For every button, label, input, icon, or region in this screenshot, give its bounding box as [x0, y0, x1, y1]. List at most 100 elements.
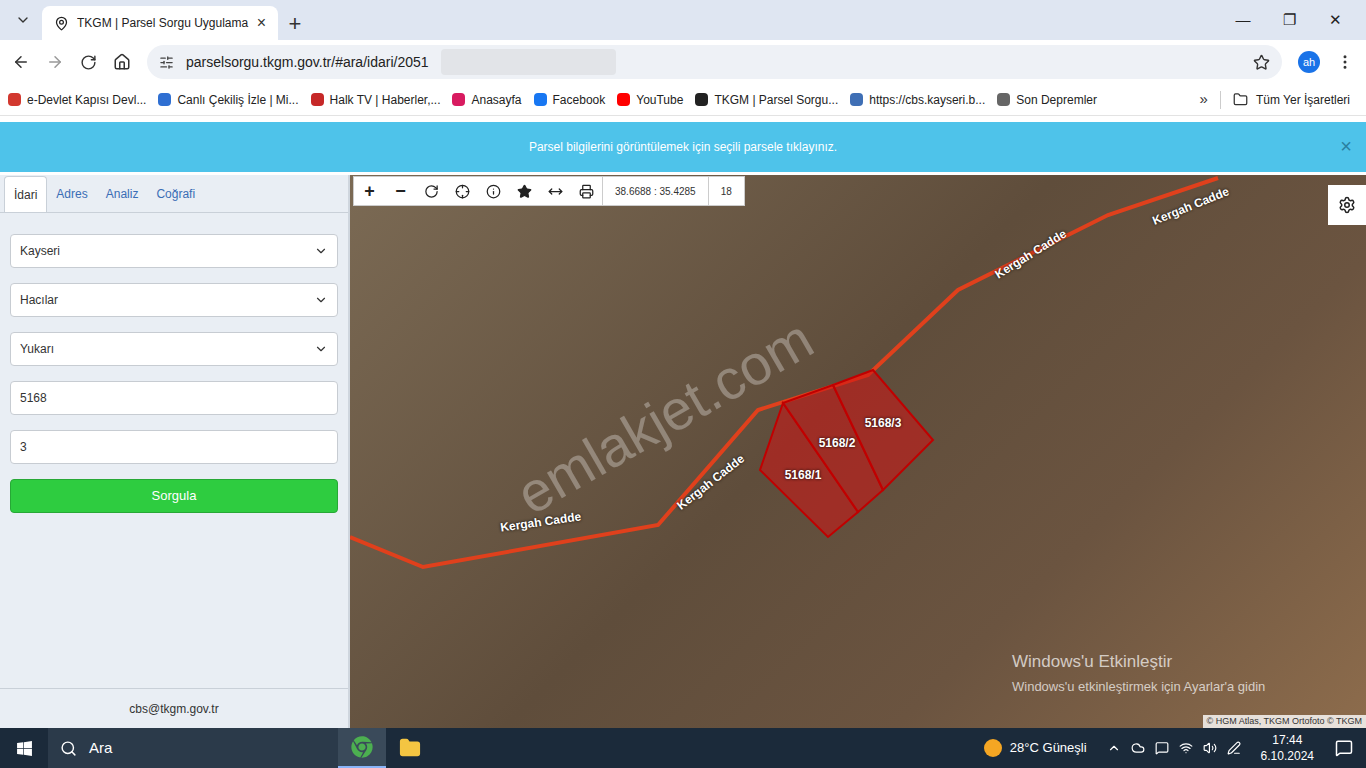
measure-icon[interactable]	[548, 184, 563, 199]
search-icon	[60, 740, 77, 757]
volume-icon[interactable]	[1203, 741, 1217, 755]
zoom-level: 18	[708, 177, 744, 205]
bookmark-favicon-icon	[158, 93, 171, 106]
bookmark-favicon-icon	[695, 93, 708, 106]
reload-icon[interactable]	[80, 54, 97, 71]
tab-list-button[interactable]	[8, 0, 38, 40]
refresh-icon[interactable]	[424, 184, 439, 199]
pen-icon[interactable]	[1227, 741, 1241, 755]
sidebar-tab[interactable]: Coğrafi	[147, 176, 204, 212]
page: Parsel bilgilerini görüntülemek için seç…	[0, 116, 1366, 728]
sidebar-tab[interactable]: Analiz	[97, 176, 148, 212]
bookmark-item[interactable]: Son Depremler	[997, 91, 1097, 109]
bookmark-item[interactable]: TKGM | Parsel Sorgu...	[695, 91, 838, 109]
parcel-label: 5168/3	[865, 414, 902, 432]
zoom-button[interactable]: −	[385, 178, 416, 205]
chrome-icon	[351, 736, 373, 758]
select-field[interactable]: Yukarı	[10, 332, 338, 366]
screen: TKGM | Parsel Sorgu Uygulama×+—❐✕parsels…	[0, 0, 1366, 768]
banner-close[interactable]: ×	[1340, 136, 1352, 156]
url-blur	[441, 49, 616, 75]
bookmark-item[interactable]: YouTube	[617, 91, 683, 109]
notification-button[interactable]	[1322, 728, 1366, 768]
window-control-button[interactable]: ❐	[1266, 9, 1312, 32]
windows-icon	[16, 740, 33, 757]
site-info-icon[interactable]	[159, 55, 174, 70]
bookmark-item[interactable]: Canlı Çekiliş İzle | Mi...	[158, 91, 298, 109]
back-icon[interactable]	[12, 53, 30, 71]
sun-icon	[984, 739, 1002, 757]
forward-icon[interactable]	[46, 53, 64, 71]
print-icon[interactable]	[579, 184, 594, 199]
parcel-shape[interactable]	[833, 370, 933, 490]
activation-notice: Windows'u EtkinleştirWindows'u etkinleşt…	[1012, 649, 1265, 696]
tab-close[interactable]: ×	[257, 15, 266, 31]
info-icon[interactable]	[486, 184, 501, 199]
dropdown-icon	[314, 244, 328, 258]
select-field[interactable]: Hacılar	[10, 283, 338, 317]
dropdown-icon	[314, 342, 328, 356]
taskbar-search[interactable]: Ara	[48, 728, 338, 768]
bookmarks-more[interactable]: »	[1200, 88, 1208, 111]
bookmark-item[interactable]: https://cbs.kayseri.b...	[850, 91, 985, 109]
bookmark-favicon-icon	[452, 93, 465, 106]
map-attribution: © HGM Atlas, TKGM Ortofoto © TKGM	[1203, 715, 1366, 729]
taskbar-app[interactable]	[338, 728, 386, 768]
locate-icon[interactable]	[455, 184, 470, 199]
taskbar: Ara 28°C Güneşli 17:446.10.2024	[0, 728, 1366, 768]
query-button[interactable]: Sorgula	[10, 479, 338, 513]
message-icon[interactable]	[1155, 741, 1169, 755]
text-input[interactable]: 5168	[10, 381, 338, 415]
sidebar: İdariAdresAnalizCoğrafi Kayseri Hacılar Yuk…	[0, 175, 350, 728]
bookmark-item[interactable]: Anasayfa	[452, 91, 521, 109]
wifi-icon[interactable]	[1179, 741, 1193, 755]
parcel-label: 5168/1	[785, 466, 822, 484]
select-field[interactable]: Kayseri	[10, 234, 338, 268]
map[interactable]: Kergah CaddeKergah CaddeKergah CaddeKerg…	[350, 175, 1366, 728]
window-control-button[interactable]: ✕	[1312, 9, 1358, 32]
chevron-down-icon	[15, 12, 31, 28]
settings-button[interactable]	[1328, 185, 1366, 225]
coordinates: 38.6688 : 35.4285	[602, 177, 708, 205]
bookmark-item[interactable]: e-Devlet Kapısı Devl...	[8, 91, 146, 109]
new-tab-button[interactable]: +	[278, 6, 312, 40]
cloud-icon[interactable]	[1131, 741, 1145, 755]
bookmark-favicon-icon	[534, 93, 547, 106]
start-button[interactable]	[0, 728, 48, 768]
bookmarks-bar: e-Devlet Kapısı Devl... Canlı Çekiliş İzl…	[0, 84, 1366, 116]
sidebar-tabs: İdariAdresAnalizCoğrafi	[0, 175, 348, 213]
address-row: parselsorgu.tkgm.gov.tr/#ara/idari/2051 a…	[0, 40, 1366, 84]
sidebar-tab[interactable]: Adres	[47, 176, 96, 212]
street-label: Kergah Cadde	[1150, 182, 1232, 229]
menu-icon[interactable]	[1336, 53, 1354, 71]
text-input[interactable]: 3	[10, 430, 338, 464]
zoom-button[interactable]: +	[354, 178, 385, 205]
dropdown-icon	[314, 293, 328, 307]
clock[interactable]: 17:446.10.2024	[1253, 732, 1322, 764]
bookmark-favicon-icon	[997, 93, 1010, 106]
favorite-icon[interactable]	[517, 184, 532, 199]
street-label: Kergah Cadde	[991, 225, 1070, 283]
weather[interactable]: 28°C Güneşli	[976, 738, 1095, 758]
profile-avatar[interactable]: ah	[1298, 51, 1320, 73]
bookmark-item[interactable]: Halk TV | Haberler,...	[311, 91, 441, 109]
window-controls: —❐✕	[1220, 0, 1358, 40]
sidebar-tab[interactable]: İdari	[4, 176, 47, 212]
bookmark-star-icon[interactable]	[1253, 54, 1270, 71]
bookmark-favicon-icon	[850, 93, 863, 106]
url-text: parselsorgu.tkgm.gov.tr/#ara/idari/2051	[186, 52, 429, 73]
street-label: Kergah Cadde	[673, 450, 748, 514]
content: İdariAdresAnalizCoğrafi Kayseri Hacılar Yuk…	[0, 175, 1366, 728]
browser-tab[interactable]: TKGM | Parsel Sorgu Uygulama×	[42, 6, 278, 40]
tray-icons	[1095, 741, 1253, 755]
chevron-up-icon[interactable]	[1107, 741, 1121, 755]
sidebar-footer: cbs@tkgm.gov.tr	[0, 688, 348, 728]
gear-icon	[1338, 196, 1356, 214]
tab-strip: TKGM | Parsel Sorgu Uygulama×+ —❐✕	[0, 0, 1366, 40]
taskbar-app[interactable]	[386, 728, 434, 768]
bookmark-item[interactable]: Facebook	[534, 91, 606, 109]
address-bar[interactable]: parselsorgu.tkgm.gov.tr/#ara/idari/2051	[147, 45, 1282, 79]
home-icon[interactable]	[113, 53, 131, 71]
all-bookmarks[interactable]: Tüm Yer İşaretleri	[1233, 91, 1358, 109]
window-control-button[interactable]: —	[1220, 9, 1266, 32]
